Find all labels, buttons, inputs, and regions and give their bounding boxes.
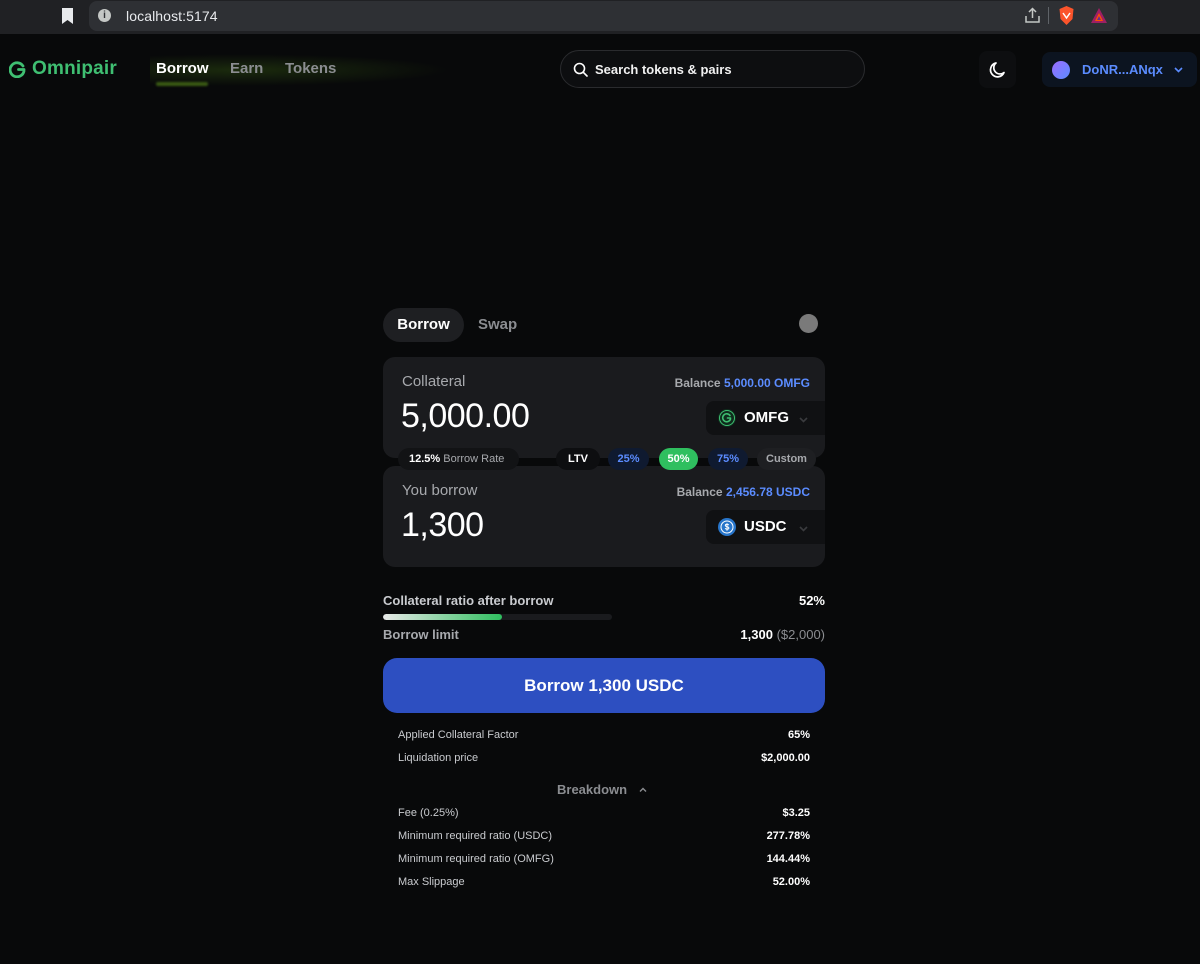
nav-earn[interactable]: Earn <box>230 60 263 77</box>
browser-toolbar: i localhost:5174 <box>0 0 1200 34</box>
breakdown-row: Fee (0.25%) $3.25 <box>398 807 810 819</box>
collateral-amount-input[interactable]: 5,000.00 <box>401 397 530 436</box>
borrow-balance[interactable]: Balance 2,456.78 USDC <box>677 485 810 499</box>
borrow-amount-input[interactable]: 1,300 <box>401 506 484 545</box>
collateral-balance-value: 5,000.00 OMFG <box>723 376 810 390</box>
theme-toggle-button[interactable] <box>979 51 1016 88</box>
breakdown-value: 144.44% <box>766 853 810 865</box>
ltv-custom-button[interactable]: Custom <box>757 448 816 470</box>
collateral-ratio-fill <box>383 614 503 620</box>
borrow-balance-value: 2,456.78 USDC <box>725 485 810 499</box>
search-icon <box>573 62 588 77</box>
borrow-rate-label: Borrow Rate <box>443 453 505 465</box>
breakdown-toggle[interactable]: Breakdown <box>557 782 627 797</box>
breakdown-row: Max Slippage 52.00% <box>398 876 810 888</box>
breakdown-value: 277.78% <box>766 830 810 842</box>
breakdown-row: Minimum required ratio (OMFG) 144.44% <box>398 853 810 865</box>
collateral-balance-label: Balance <box>674 376 721 390</box>
nav-tokens[interactable]: Tokens <box>285 60 336 77</box>
collateral-balance[interactable]: Balance 5,000.00 OMFG <box>675 376 810 390</box>
tab-swap[interactable]: Swap <box>478 316 517 333</box>
breakdown-label: Max Slippage <box>398 876 465 888</box>
omnipair-logo-icon <box>9 60 26 78</box>
bookmark-icon[interactable] <box>61 8 74 24</box>
search-placeholder: Search tokens & pairs <box>595 62 732 77</box>
usdc-token-icon <box>718 518 736 536</box>
breakdown-row: Minimum required ratio (USDC) 277.78% <box>398 830 810 842</box>
chevron-up-icon[interactable] <box>638 785 648 795</box>
borrow-token-selector[interactable]: USDC <box>706 510 825 544</box>
wallet-button[interactable]: DoNR...ANqx <box>1042 52 1197 87</box>
detail-label: Liquidation price <box>398 752 479 764</box>
borrow-limit-amount: 1,300 <box>740 627 773 642</box>
omfg-token-icon <box>718 409 736 427</box>
borrow-card: You borrow Balance 2,456.78 USDC 1,300 U… <box>383 466 825 567</box>
nav-active-indicator <box>156 82 208 86</box>
borrow-limit-label: Borrow limit <box>383 627 459 642</box>
chevron-down-icon <box>799 417 808 423</box>
borrow-rate-pill: 12.5% Borrow Rate <box>398 448 519 470</box>
moon-icon <box>989 61 1005 78</box>
detail-label: Applied Collateral Factor <box>398 729 519 741</box>
borrow-balance-label: Balance <box>676 485 723 499</box>
borrow-submit-button[interactable]: Borrow 1,300 USDC <box>383 658 825 713</box>
nav-borrow[interactable]: Borrow <box>156 60 209 77</box>
wallet-address: DoNR...ANqx <box>1082 62 1163 77</box>
borrow-label: You borrow <box>402 482 478 499</box>
toolbar-divider <box>1048 7 1049 24</box>
chevron-down-icon <box>799 526 808 532</box>
collateral-ratio-label: Collateral ratio after borrow <box>383 593 554 608</box>
breakdown-label: Minimum required ratio (OMFG) <box>398 853 554 865</box>
borrow-limit-value: 1,300 ($2,000) <box>740 627 825 642</box>
share-icon[interactable] <box>1024 7 1041 24</box>
url-text[interactable]: localhost:5174 <box>126 8 218 24</box>
ltv-75-button[interactable]: 75% <box>708 448 748 470</box>
chevron-down-icon <box>1174 67 1183 73</box>
ltv-25-button[interactable]: 25% <box>608 448 649 470</box>
ltv-50-button[interactable]: 50% <box>659 448 698 470</box>
wallet-avatar <box>1052 61 1070 79</box>
brave-shield-icon[interactable] <box>1058 6 1075 25</box>
rewards-triangle-icon[interactable] <box>1090 7 1108 24</box>
collateral-card: Collateral Balance 5,000.00 OMFG 5,000.0… <box>383 357 825 458</box>
collateral-ratio-value: 52% <box>798 593 825 608</box>
breakdown-value: $3.25 <box>782 807 810 819</box>
collateral-token-name: OMFG <box>744 409 789 426</box>
logo-text: Omnipair <box>32 58 118 79</box>
detail-row: Liquidation price $2,000.00 <box>398 752 810 764</box>
address-bar[interactable] <box>89 1 1118 31</box>
collateral-label: Collateral <box>402 373 466 390</box>
borrow-token-name: USDC <box>744 518 787 535</box>
breakdown-label: Minimum required ratio (USDC) <box>398 830 553 842</box>
detail-row: Applied Collateral Factor 65% <box>398 729 810 741</box>
ltv-label: LTV <box>556 448 600 470</box>
omnipair-logo[interactable]: Omnipair <box>9 58 117 80</box>
borrow-limit-usd: ($2,000) <box>776 627 825 642</box>
borrow-rate-value: 12.5% <box>409 453 441 465</box>
breakdown-value: 52.00% <box>772 876 810 888</box>
collateral-token-selector[interactable]: OMFG <box>706 401 825 435</box>
collateral-ratio-bar <box>383 614 612 620</box>
site-info-icon[interactable]: i <box>98 9 111 22</box>
settings-dot[interactable] <box>799 314 818 333</box>
detail-value: $2,000.00 <box>761 752 810 764</box>
tab-borrow[interactable]: Borrow <box>383 308 464 342</box>
breakdown-label: Fee (0.25%) <box>398 807 459 819</box>
detail-value: 65% <box>787 729 810 741</box>
search-input[interactable]: Search tokens & pairs <box>560 50 865 88</box>
